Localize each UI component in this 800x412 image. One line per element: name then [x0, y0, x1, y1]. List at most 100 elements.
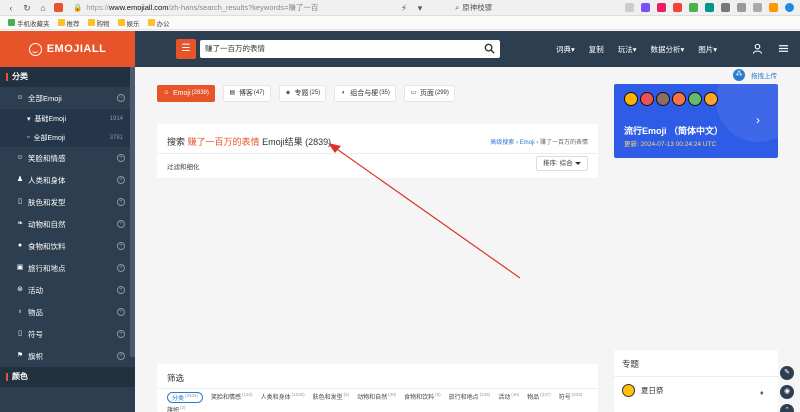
bookmark-mobile[interactable]: 手机收藏夹: [8, 18, 50, 28]
expand-icon[interactable]: +: [117, 198, 125, 206]
edit-icon[interactable]: ✎: [780, 366, 794, 380]
expand-icon[interactable]: +: [117, 286, 125, 294]
sidebar-item-activities[interactable]: ⊛ 活动 +: [0, 279, 135, 301]
sidebar-item-smileys[interactable]: ☺ 笑脸和情感 +: [0, 147, 135, 169]
ext-red-icon[interactable]: [673, 3, 682, 12]
topic-item[interactable]: 夏日祭: [622, 384, 664, 397]
feedback-icon[interactable]: ◉: [780, 385, 794, 399]
shield-icon[interactable]: [54, 3, 63, 12]
trophy-icon: ▾: [27, 115, 31, 123]
nav-images[interactable]: 图片▾: [698, 44, 717, 55]
expand-icon[interactable]: +: [117, 264, 125, 272]
person-icon: ♟: [16, 176, 24, 183]
ext-purple-icon[interactable]: [641, 3, 650, 12]
symbol-icon: ▯: [18, 330, 22, 337]
expand-icon[interactable]: +: [117, 308, 125, 316]
scissors-icon[interactable]: [625, 3, 634, 12]
browser-toolbar: ‹ ↻ ⌂ 🔒 https:// www.emojiall.com /zh-ha…: [0, 0, 800, 16]
sidebar-item-skin[interactable]: ▯ 肤色和发型 +: [0, 191, 135, 213]
filter-refine-link[interactable]: 过滤和细化: [167, 161, 200, 171]
expand-icon[interactable]: +: [117, 242, 125, 250]
folder-icon: [87, 19, 95, 26]
sidebar-item-flags[interactable]: ⚑ 旗帜 +: [0, 345, 135, 367]
download-icon[interactable]: [737, 3, 746, 12]
filter-card: 筛选 分类(2534) 笑脸和情感(133) 人类和身体(1335) 肤色和发型…: [157, 364, 598, 412]
dropdown-icon[interactable]: ▾: [415, 3, 425, 13]
back-icon[interactable]: ‹: [6, 3, 16, 13]
expand-icon[interactable]: +: [117, 154, 125, 162]
edge-icon[interactable]: [785, 3, 794, 12]
drag-upload-button[interactable]: ⁂ 拖拽上传: [733, 68, 793, 82]
tab-topics[interactable]: ◈ 专题 (25): [278, 85, 327, 102]
sidebar-item-objects[interactable]: ♁ 物品 +: [0, 301, 135, 323]
chip-travel[interactable]: 旅行和地点(248): [449, 392, 491, 403]
tab-pages[interactable]: ▭ 页面 (299): [403, 85, 455, 102]
user-icon[interactable]: [752, 43, 763, 54]
menu-icon[interactable]: [778, 43, 789, 54]
chip-activities[interactable]: 活动(46): [498, 392, 519, 403]
reload-icon[interactable]: ↻: [22, 3, 32, 13]
chip-food[interactable]: 食物和饮料(9): [404, 392, 441, 403]
sort-select[interactable]: 排序: 综合: [536, 156, 588, 171]
result-tabs: ☺ Emoji (2839) ▤ 博客 (47) ◈ 专题 (25) ◐ 组合与梗 (35) ▭…: [157, 85, 455, 102]
nav-copy[interactable]: 复制: [589, 44, 604, 55]
tab-combos[interactable]: ◐ 组合与梗 (35): [334, 85, 396, 102]
search-icon[interactable]: [484, 43, 495, 54]
search-input[interactable]: [200, 40, 500, 58]
drop-icon: ♦: [760, 390, 764, 397]
sidebar-item-travel[interactable]: ▣ 旅行和地点 +: [0, 257, 135, 279]
bookmark-office[interactable]: 办公: [147, 18, 170, 28]
sidebar-sub-basic[interactable]: ▾ 基础Emoji 1914: [0, 109, 135, 128]
sidebar-item-animals[interactable]: ❧ 动物和自然 +: [0, 213, 135, 235]
ext-pink-icon[interactable]: [657, 3, 666, 12]
trending-emoji-card[interactable]: 流行Emoji （简体中文） 更新: 2024-07-13 00:24:24 U…: [614, 84, 778, 158]
chevron-right-icon[interactable]: ›: [756, 114, 768, 126]
chip-category[interactable]: 分类(2534): [167, 392, 204, 403]
sidebar-item-people[interactable]: ♟ 人类和身体 +: [0, 169, 135, 191]
bookmark-recommend[interactable]: 推荐: [57, 18, 80, 28]
chip-skin[interactable]: 肤色和发型(6): [313, 392, 350, 403]
expand-icon[interactable]: +: [117, 220, 125, 228]
breadcrumb-emoji[interactable]: Emoji: [520, 140, 535, 146]
nav-dictionary[interactable]: 词典▾: [556, 44, 575, 55]
home-icon[interactable]: ⌂: [38, 3, 48, 13]
address-bar[interactable]: 🔒 https:// www.emojiall.com /zh-hans/sea…: [73, 2, 393, 14]
collapse-icon[interactable]: −: [117, 94, 125, 102]
emoji-icon: [688, 92, 702, 106]
nav-analytics[interactable]: 数据分析▾: [651, 44, 685, 55]
chip-animals[interactable]: 动物和自然(39): [357, 392, 396, 403]
smile-icon: ☺: [163, 90, 170, 96]
chip-smileys[interactable]: 笑脸和情感(133): [211, 392, 253, 403]
filter-button[interactable]: ☰: [176, 39, 196, 59]
lightning-icon[interactable]: ⚡: [399, 3, 409, 13]
sidebar-item-all-emoji[interactable]: ☺ 全部Emoji −: [0, 87, 135, 109]
chip-people[interactable]: 人类和身体(1335): [261, 392, 305, 403]
chip-symbols[interactable]: 符号(233): [559, 392, 583, 403]
breadcrumb-advanced-search[interactable]: 高级搜索: [490, 140, 514, 146]
chip-objects[interactable]: 物品(237): [527, 392, 551, 403]
bookmark-shopping[interactable]: 购物: [87, 18, 110, 28]
ext-green-icon[interactable]: [689, 3, 698, 12]
puzzle-icon[interactable]: [721, 3, 730, 12]
sidebar-scrollbar[interactable]: [130, 67, 135, 357]
chip-flags[interactable]: 旗帜(2): [167, 405, 186, 412]
site-logo[interactable]: EMOJIALL: [0, 31, 135, 67]
refresh-icon[interactable]: [753, 3, 762, 12]
sidebar-item-symbols[interactable]: ▯ 符号 +: [0, 323, 135, 345]
nav-play[interactable]: 玩法▾: [618, 44, 637, 55]
ext-teal-icon[interactable]: [705, 3, 714, 12]
bookmark-entertainment[interactable]: 娱乐: [117, 18, 140, 28]
ext-orange-icon[interactable]: [769, 3, 778, 12]
site-header: EMOJIALL ☰ 词典▾ 复制 玩法▾ 数据分析▾ 图片▾: [0, 31, 800, 67]
browser-search[interactable]: ⌕ 原神枝骤: [455, 2, 492, 14]
expand-icon[interactable]: +: [117, 330, 125, 338]
sidebar-sub-all[interactable]: ▫ 全部Emoji 3781: [0, 128, 135, 147]
sidebar-item-food[interactable]: ● 食物和饮料 +: [0, 235, 135, 257]
emoji-icon: [624, 92, 638, 106]
expand-icon[interactable]: +: [117, 176, 125, 184]
expand-icon[interactable]: +: [117, 352, 125, 360]
back-to-top-icon[interactable]: ⌃: [780, 404, 794, 412]
tab-emoji[interactable]: ☺ Emoji (2839): [157, 85, 215, 102]
tab-blog[interactable]: ▤ 博客 (47): [222, 85, 271, 102]
extension-icons: [625, 3, 794, 12]
